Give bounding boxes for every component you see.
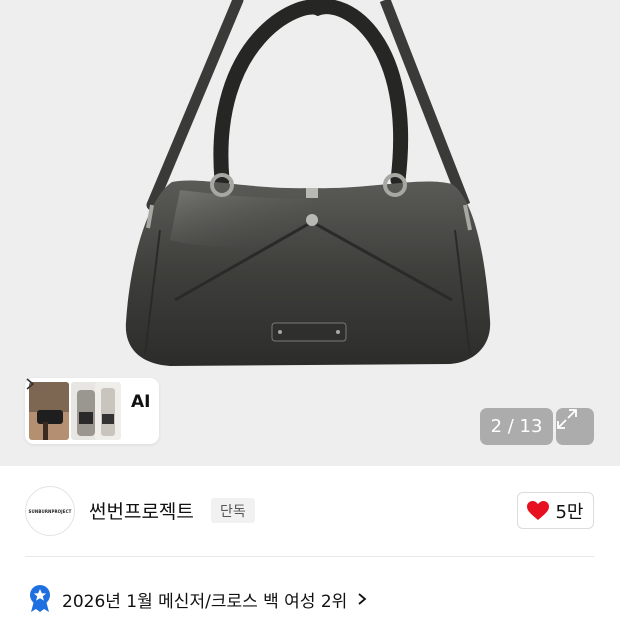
ranking-text: 2026년 1월 메신저/크로스 백 여성 2위	[62, 591, 348, 612]
like-count: 5만	[555, 501, 584, 523]
expand-image-button[interactable]	[556, 408, 594, 445]
exclusive-badge: 단독	[211, 498, 255, 523]
heart-icon	[527, 500, 550, 520]
divider	[25, 556, 594, 557]
brand-name[interactable]: 썬번프로젝트	[89, 497, 194, 524]
ai-thumbnail-card[interactable]: AI	[25, 378, 159, 444]
like-button[interactable]: 5만	[517, 492, 594, 529]
image-page-counter: 2 / 13	[480, 408, 553, 445]
brand-logo-text: SUNBURNPROJECT	[28, 508, 72, 514]
product-image[interactable]: AI 2 / 13	[0, 0, 620, 466]
chevron-right-icon	[358, 593, 367, 605]
thumbnail-image	[29, 382, 69, 440]
ranking-link[interactable]: 2026년 1월 메신저/크로스 백 여성 2위	[28, 585, 367, 613]
expand-icon	[557, 409, 577, 429]
chevron-right-icon	[26, 378, 35, 390]
ranking-medal-icon	[30, 585, 50, 612]
thumbnail-image	[95, 382, 121, 440]
ai-label: AI	[131, 392, 151, 412]
brand-logo[interactable]: SUNBURNPROJECT	[25, 486, 75, 536]
